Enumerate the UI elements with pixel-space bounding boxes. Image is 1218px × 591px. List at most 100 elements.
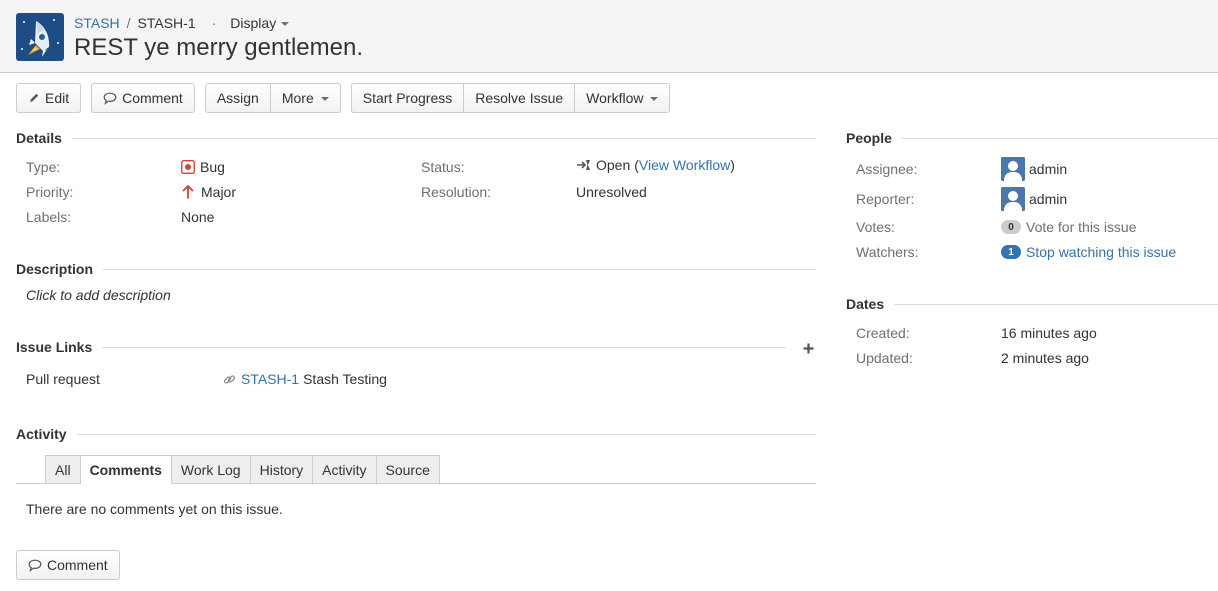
dates-heading-text: Dates	[846, 296, 885, 312]
tab-work-log[interactable]: Work Log	[171, 455, 251, 484]
vote-link[interactable]: Vote for this issue	[1026, 219, 1137, 235]
details-heading: Details	[16, 130, 816, 146]
edit-button[interactable]: Edit	[16, 83, 82, 113]
breadcrumb-project-link[interactable]: STASH	[74, 15, 120, 31]
activity-tabs: All Comments Work Log History Activity S…	[45, 455, 440, 484]
status-value: Open ( View Workflow )	[576, 157, 735, 173]
assign-button-label: Assign	[216, 90, 259, 106]
votes-count-badge: 0	[1001, 220, 1021, 234]
watchers-label: Watchers:	[856, 244, 919, 260]
workflow-button[interactable]: Workflow	[574, 83, 671, 113]
divider	[102, 346, 786, 348]
issue-toolbar: Edit Comment Assign More Start Progress …	[16, 83, 680, 113]
watchers-value: 1 Stop watching this issue	[1001, 244, 1176, 260]
divider	[76, 433, 816, 435]
tab-activity-label: Activity	[322, 461, 367, 478]
divider	[894, 303, 1218, 305]
issue-header: STASH / STASH-1 · Display REST ye merry …	[0, 0, 1218, 73]
activity-heading: Activity	[16, 426, 816, 442]
description-field[interactable]: Click to add description	[26, 287, 171, 303]
pencil-icon	[28, 92, 40, 104]
people-heading-text: People	[846, 130, 892, 146]
avatar	[1001, 187, 1025, 211]
tab-source-label: Source	[385, 461, 430, 478]
bug-icon	[181, 160, 195, 174]
add-comment-button[interactable]: Comment	[16, 550, 120, 580]
tab-all-label: All	[55, 461, 71, 478]
resolve-issue-button[interactable]: Resolve Issue	[463, 83, 575, 113]
start-progress-button[interactable]: Start Progress	[350, 83, 464, 113]
chain-link-icon	[223, 373, 236, 386]
type-value: Bug	[181, 159, 225, 175]
resolution-label: Resolution:	[421, 184, 492, 200]
reporter-name: admin	[1029, 191, 1068, 207]
dates-heading: Dates	[846, 296, 1218, 312]
divider	[901, 137, 1218, 139]
details-heading-text: Details	[16, 130, 62, 146]
link-type-label: Pull request	[26, 371, 100, 387]
issue-links-heading-text: Issue Links	[16, 339, 93, 355]
type-value-text: Bug	[200, 159, 225, 175]
watchers-count-badge: 1	[1001, 245, 1021, 259]
priority-label: Priority:	[26, 184, 74, 200]
tab-all[interactable]: All	[45, 455, 81, 484]
linked-issue: STASH-1 Stash Testing	[223, 371, 387, 387]
display-dropdown[interactable]: Display	[230, 15, 290, 31]
updated-value: 2 minutes ago	[1001, 350, 1089, 366]
divider	[71, 137, 816, 139]
created-value: 16 minutes ago	[1001, 325, 1097, 341]
tab-comments[interactable]: Comments	[80, 455, 172, 484]
updated-label: Updated:	[856, 350, 913, 366]
labels-label: Labels:	[26, 209, 72, 225]
rocket-icon[interactable]	[16, 13, 64, 61]
labels-value[interactable]: None	[181, 209, 214, 225]
description-heading-text: Description	[16, 261, 94, 277]
assign-button[interactable]: Assign	[204, 83, 270, 113]
plus-icon[interactable]	[803, 343, 814, 354]
tab-activity[interactable]: Activity	[313, 455, 377, 484]
description-heading: Description	[16, 261, 816, 277]
workflow-group: Start Progress Resolve Issue Workflow	[350, 83, 671, 113]
assignee-value[interactable]: admin	[1001, 157, 1067, 181]
chevron-down-icon	[281, 21, 290, 26]
resolve-issue-label: Resolve Issue	[475, 90, 564, 106]
speech-bubble-icon	[28, 559, 42, 572]
votes-label: Votes:	[856, 219, 895, 235]
priority-value: Major	[182, 184, 236, 200]
priority-value-text: Major	[201, 184, 237, 200]
start-progress-label: Start Progress	[362, 90, 453, 106]
people-heading: People	[846, 130, 1218, 146]
linked-issue-key-link[interactable]: STASH-1	[241, 371, 299, 387]
created-label: Created:	[856, 325, 910, 341]
resolution-value: Unresolved	[576, 184, 647, 200]
breadcrumb: STASH / STASH-1 · Display	[74, 14, 290, 32]
stop-watching-link[interactable]: Stop watching this issue	[1026, 244, 1176, 260]
issue-summary[interactable]: REST ye merry gentlemen.	[74, 34, 363, 62]
breadcrumb-separator: /	[126, 15, 131, 31]
tab-history[interactable]: History	[250, 455, 314, 484]
avatar	[1001, 157, 1025, 181]
edit-button-label: Edit	[45, 90, 70, 106]
breadcrumb-issue-key[interactable]: STASH-1	[138, 15, 196, 31]
tab-source[interactable]: Source	[376, 455, 440, 484]
tab-comments-label: Comments	[89, 461, 162, 478]
view-workflow-link[interactable]: View Workflow	[639, 157, 730, 173]
edit-group: Edit	[16, 83, 82, 113]
reporter-value[interactable]: admin	[1001, 187, 1067, 211]
chevron-down-icon	[320, 96, 329, 101]
linked-issue-title: Stash Testing	[303, 371, 387, 387]
display-dropdown-label: Display	[230, 15, 277, 31]
activity-heading-text: Activity	[16, 426, 67, 442]
paren-close: )	[730, 157, 735, 173]
assign-more-group: Assign More	[204, 83, 341, 113]
comment-button[interactable]: Comment	[91, 83, 195, 113]
breadcrumb-dot: ·	[211, 15, 217, 31]
speech-bubble-icon	[103, 92, 117, 105]
comment-group: Comment	[91, 83, 195, 113]
comment-button-label: Comment	[122, 90, 183, 106]
divider	[103, 268, 816, 270]
tab-history-label: History	[259, 461, 304, 478]
more-button-label: More	[281, 90, 314, 106]
more-button[interactable]: More	[269, 83, 341, 113]
chevron-down-icon	[650, 96, 659, 101]
